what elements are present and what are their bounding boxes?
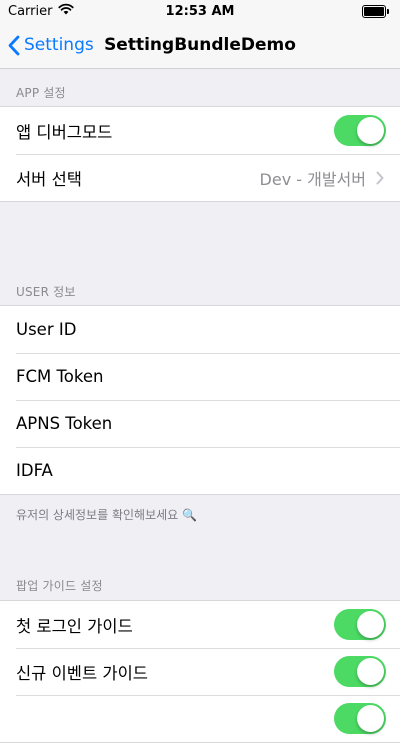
- fcm-token-row[interactable]: FCM Token: [0, 353, 400, 400]
- partial-switch[interactable]: [334, 703, 386, 734]
- switch-knob: [357, 117, 384, 144]
- section-header-popup: 팝업 가이드 설정: [16, 579, 103, 593]
- server-select-row[interactable]: 서버 선택 Dev - 개발서버: [0, 154, 400, 201]
- partial-row: [0, 695, 400, 742]
- first-login-guide-switch[interactable]: [334, 609, 386, 640]
- status-bar: Carrier 12:53 AM: [0, 0, 400, 22]
- status-time: 12:53 AM: [165, 3, 235, 19]
- new-event-guide-switch[interactable]: [334, 656, 386, 687]
- server-select-label: 서버 선택: [16, 169, 82, 189]
- app-settings-group: 앱 디버그모드 서버 선택 Dev - 개발서버: [0, 106, 400, 202]
- idfa-row[interactable]: IDFA: [0, 447, 400, 494]
- chevron-right-icon: [376, 171, 384, 185]
- battery-icon: [362, 4, 389, 18]
- new-event-guide-label: 신규 이벤트 가이드: [16, 663, 148, 683]
- section-header-user: USER 정보: [16, 285, 76, 299]
- first-login-guide-label: 첫 로그인 가이드: [16, 616, 133, 636]
- server-select-value: Dev - 개발서버: [259, 169, 366, 189]
- idfa-label: IDFA: [16, 461, 53, 480]
- user-info-group: User ID FCM Token APNS Token IDFA: [0, 305, 400, 495]
- section-header-app: APP 설정: [16, 86, 66, 100]
- user-id-row[interactable]: User ID: [0, 306, 400, 353]
- switch-knob: [357, 705, 384, 732]
- switch-knob: [357, 611, 384, 638]
- apns-token-label: APNS Token: [16, 414, 113, 433]
- chevron-left-icon: [8, 35, 20, 55]
- back-button[interactable]: Settings: [0, 35, 94, 56]
- navigation-bar: Settings SettingBundleDemo: [0, 22, 400, 69]
- user-id-label: User ID: [16, 320, 77, 339]
- back-label: Settings: [24, 35, 94, 55]
- user-footer-text: 유저의 상세정보를 확인해보세요 🔍: [16, 508, 197, 522]
- debug-mode-row: 앱 디버그모드: [0, 107, 400, 154]
- user-section-footer: 유저의 상세정보를 확인해보세요 🔍: [16, 506, 197, 523]
- fcm-token-label: FCM Token: [16, 367, 104, 386]
- switch-knob: [357, 658, 384, 685]
- new-event-guide-row: 신규 이벤트 가이드: [0, 648, 400, 695]
- first-login-guide-row: 첫 로그인 가이드: [0, 601, 400, 648]
- apns-token-row[interactable]: APNS Token: [0, 400, 400, 447]
- debug-mode-label: 앱 디버그모드: [16, 122, 113, 142]
- popup-guide-group: 첫 로그인 가이드 신규 이벤트 가이드: [0, 600, 400, 743]
- debug-mode-switch[interactable]: [334, 115, 386, 146]
